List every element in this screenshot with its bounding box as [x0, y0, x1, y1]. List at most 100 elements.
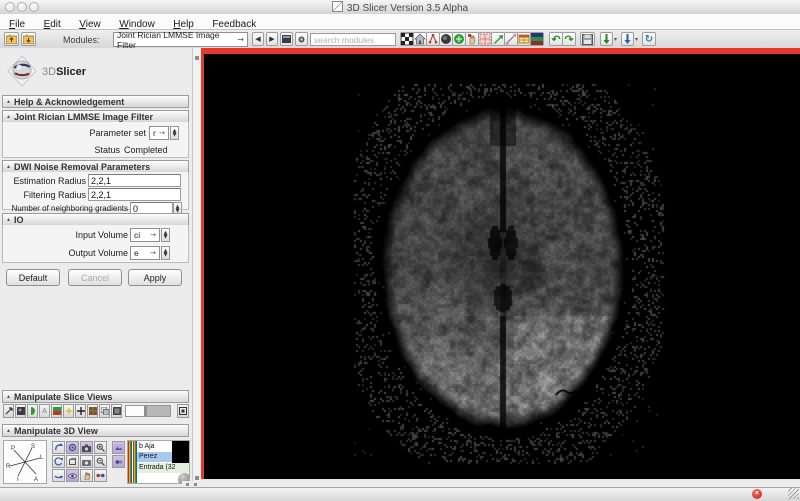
layout-icon[interactable]	[280, 32, 293, 46]
visibility-icon[interactable]	[66, 469, 79, 482]
module-back-icon[interactable]: ◀	[252, 32, 264, 46]
error-icon[interactable]: ×	[752, 489, 762, 499]
cancel-button[interactable]: Cancel	[68, 269, 122, 286]
input-volume-spinner[interactable]: ▲▼	[161, 228, 170, 242]
slice-fit-window-icon[interactable]	[177, 404, 189, 418]
undo-icon[interactable]: ↶	[549, 32, 563, 46]
colors-icon[interactable]	[530, 32, 544, 46]
menu-edit[interactable]: Edit	[37, 17, 68, 30]
module-selector-value: Joint Rician LMMSE Image Filter	[117, 30, 234, 50]
output-volume-label: Output Volume	[40, 248, 128, 258]
interaction-icon[interactable]	[465, 32, 479, 46]
axes-toggle-icon[interactable]	[94, 469, 107, 482]
module-forward-icon[interactable]: ▶	[266, 32, 278, 46]
input-volume-selector[interactable]: ci →	[130, 228, 160, 242]
apply-button[interactable]: Apply	[128, 269, 182, 286]
slice-star-icon[interactable]	[63, 404, 74, 418]
brain-mri-slice[interactable]	[204, 54, 800, 479]
fiducials-icon[interactable]	[491, 32, 505, 46]
parameter-set-spinner[interactable]: ▲▼	[170, 126, 179, 140]
pitch-up-icon[interactable]	[52, 441, 65, 454]
modules-icon[interactable]	[400, 32, 414, 46]
svg-text:S: S	[31, 444, 35, 450]
slider-handle[interactable]	[144, 406, 147, 416]
volumes-icon[interactable]	[439, 32, 453, 46]
transforms-icon[interactable]	[478, 32, 492, 46]
navigation-menu-arrow-icon[interactable]: ▾	[635, 36, 638, 43]
module-selector[interactable]: Joint Rician LMMSE Image Filter →	[113, 32, 248, 47]
crosshair-select-icon[interactable]	[600, 32, 613, 46]
slice-background-icon[interactable]	[15, 404, 26, 418]
menu-feedback[interactable]: Feedback	[205, 17, 263, 30]
estimation-radius-input[interactable]	[88, 174, 181, 187]
slice-crosshair-icon[interactable]	[75, 404, 86, 418]
neighboring-gradients-label: Number of neighboring gradients	[2, 204, 128, 213]
tractography-icon[interactable]	[426, 32, 440, 46]
collapse-arrow-icon: ▴	[7, 217, 10, 223]
refresh-icon[interactable]: ↻	[642, 32, 656, 46]
camera-reset-icon[interactable]	[80, 455, 93, 468]
svg-text:A: A	[34, 477, 38, 483]
zoom-out-icon[interactable]	[94, 455, 107, 468]
output-volume-selector[interactable]: e →	[130, 246, 160, 260]
home-icon[interactable]	[413, 32, 427, 46]
help-section-header[interactable]: ▴ Help & Acknowledgement	[2, 95, 189, 108]
slice-grid-icon[interactable]	[87, 404, 98, 418]
load-scene-icon[interactable]	[4, 32, 19, 46]
module-config-icon[interactable]	[295, 32, 308, 46]
slice-opacity-slider[interactable]	[125, 405, 171, 417]
preview-list-item[interactable]: Entrada (32	[137, 463, 190, 473]
filtering-radius-input[interactable]	[88, 188, 181, 201]
ruler-icon[interactable]	[504, 32, 518, 46]
slice-compositing-icon[interactable]	[51, 404, 62, 418]
scrollbar-bottom-notch	[195, 476, 199, 480]
zoom-in-icon[interactable]	[94, 441, 107, 454]
rotate-view-icon[interactable]	[52, 455, 65, 468]
slice-label-opacity-icon[interactable]	[27, 404, 38, 418]
crosshair-menu-arrow-icon[interactable]: ▾	[614, 36, 617, 43]
svg-text:R: R	[6, 464, 11, 470]
panel-vertical-scrollbar[interactable]	[192, 48, 201, 487]
stereo-view-icon[interactable]	[112, 455, 125, 468]
menu-help[interactable]: Help	[166, 17, 201, 30]
look-from-icon[interactable]	[66, 455, 79, 468]
svg-text:L: L	[40, 455, 44, 461]
export-scene-icon[interactable]	[112, 441, 125, 454]
camera-icon[interactable]	[80, 441, 93, 454]
slice-annotations-toggle-icon[interactable]: A	[39, 404, 50, 418]
default-button[interactable]: Default	[6, 269, 60, 286]
slice-views-section-header[interactable]: ▴ Manipulate Slice Views	[2, 390, 189, 403]
view3d-navigation-preview[interactable]: b Aja Perez Entrada (32	[127, 440, 190, 484]
menu-view[interactable]: View	[72, 17, 108, 30]
parameter-set-selector[interactable]: r →	[149, 126, 169, 140]
tilt-view-icon[interactable]	[52, 469, 65, 482]
menu-window[interactable]: Window	[112, 17, 162, 30]
view3d-section-header[interactable]: ▴ Manipulate 3D View	[2, 424, 189, 437]
resize-grip[interactable]	[788, 488, 799, 499]
measurements-icon[interactable]	[517, 32, 531, 46]
preview-list-item-selected[interactable]: Perez	[137, 452, 172, 462]
navigation-select-icon[interactable]	[621, 32, 634, 46]
input-volume-label: Input Volume	[40, 230, 128, 240]
hscroll-right-notch	[194, 483, 197, 486]
search-modules-input[interactable]	[310, 33, 396, 46]
preview-list-item[interactable]: b Aja	[137, 442, 172, 452]
save-scene-icon[interactable]	[21, 32, 36, 46]
svg-text:P: P	[11, 446, 15, 452]
spin-view-icon[interactable]	[66, 441, 79, 454]
menu-bar: File Edit View Window Help Feedback	[0, 14, 800, 30]
menu-file[interactable]: File	[2, 17, 32, 30]
slice-layers-icon[interactable]	[99, 404, 110, 418]
redo-icon[interactable]: ↷	[562, 32, 576, 46]
pan-hand-icon[interactable]	[80, 469, 93, 482]
modules-label: Modules:	[63, 35, 100, 45]
slice-viewport[interactable]	[201, 54, 800, 479]
models-icon[interactable]	[452, 32, 466, 46]
status-label: Status	[60, 145, 120, 155]
screenshot-icon[interactable]	[580, 32, 595, 46]
output-volume-spinner[interactable]: ▲▼	[161, 246, 170, 260]
orientation-axes-widget[interactable]: P S L R I A	[3, 440, 47, 484]
slice-image-icon[interactable]	[111, 404, 122, 418]
slice-annotation-icon[interactable]	[3, 404, 14, 418]
parameter-set-label: Parameter set	[40, 128, 146, 138]
